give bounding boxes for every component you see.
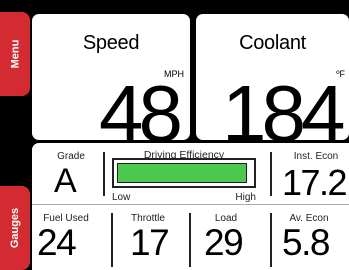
divider: [189, 213, 191, 267]
throttle-value: 17: [130, 222, 170, 263]
divider: [270, 152, 272, 196]
menu-tab-label: Menu: [8, 39, 21, 69]
speed-gauge[interactable]: Speed MPH 48: [32, 14, 190, 140]
efficiency-high-label: High: [235, 192, 256, 203]
coolant-label: Coolant: [239, 32, 306, 54]
inst-econ-value: 17.2: [282, 162, 348, 203]
grade-label: Grade: [57, 151, 85, 162]
speed-value: 48: [99, 69, 183, 141]
coolant-gauge[interactable]: Coolant ºF 184: [196, 14, 349, 140]
speed-label: Speed: [82, 32, 140, 54]
load-value: 29: [204, 222, 244, 263]
gauges-tab-label: Gauges: [9, 207, 22, 249]
efficiency-fill: [117, 163, 247, 183]
grade-value: A: [54, 162, 77, 200]
inst-econ-label: Inst. Econ: [293, 151, 339, 162]
av-econ-value: 5.8: [282, 222, 330, 263]
coolant-value: 184: [222, 69, 346, 141]
gauges-panel: Grade A Driving Efficiency Low High Inst…: [32, 143, 349, 270]
row-separator: [32, 204, 349, 205]
gauges-tab[interactable]: Gauges: [0, 186, 30, 270]
menu-tab[interactable]: Menu: [0, 12, 30, 96]
divider: [103, 152, 105, 196]
divider: [111, 213, 113, 267]
efficiency-bar: [112, 158, 256, 188]
efficiency-low-label: Low: [112, 192, 131, 203]
divider: [270, 213, 272, 267]
fuel-used-value: 24: [37, 222, 77, 263]
